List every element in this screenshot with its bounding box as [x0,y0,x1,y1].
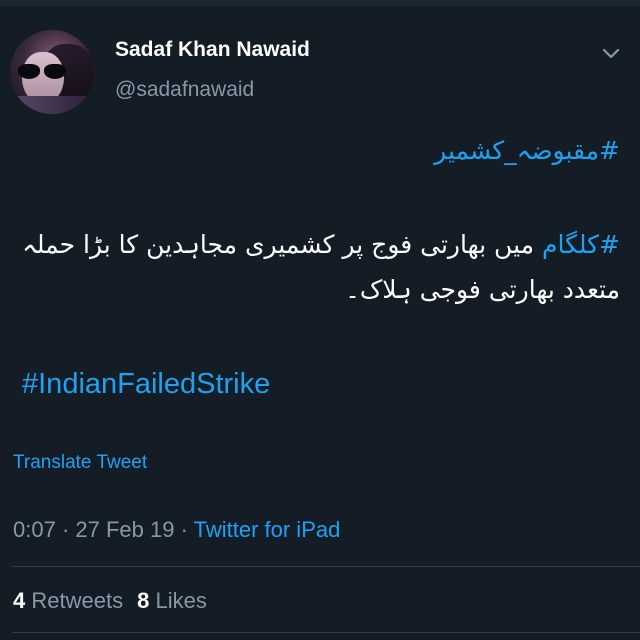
tweet-meta: 0:07 · 27 Feb 19 · Twitter for iPad [13,517,340,543]
avatar-shoulder [10,96,94,114]
hashtag-indian-failed-strike[interactable]: #IndianFailedStrike [22,368,270,401]
tweet-body-sentence: میں بھارتی فوج پر کشمیری مجاہدین کا بڑا … [22,230,620,304]
likes-label: Likes [155,588,207,613]
bottom-divider [12,632,640,633]
hashtag-kulgam[interactable]: #کلگام [542,230,620,259]
retweets-count: 4 [13,588,26,613]
tweet-body-text: #کلگام میں بھارتی فوج پر کشمیری مجاہدین … [20,222,620,312]
author-display-name[interactable]: Sadaf Khan Nawaid [115,38,310,62]
translate-tweet-link[interactable]: Translate Tweet [13,452,147,474]
chevron-down-icon[interactable] [600,42,622,64]
author-avatar[interactable] [10,30,94,114]
tweet-date: 27 Feb 19 [75,517,175,542]
likes-stat[interactable]: 8 Likes [137,588,207,613]
tweet-stats: 4 Retweets 8 Likes [13,588,207,614]
avatar-sunglasses [18,64,68,80]
stats-divider [12,566,640,567]
retweets-stat[interactable]: 4 Retweets [13,588,123,613]
meta-separator: · [55,517,76,542]
likes-count: 8 [137,588,150,613]
meta-separator: · [174,517,194,542]
tweet-source-link[interactable]: Twitter for iPad [194,517,341,542]
author-handle[interactable]: @sadafnawaid [115,78,254,102]
top-divider [0,0,640,6]
hashtag-kashmir[interactable]: #مقبوضہ_کشمیر [434,136,620,165]
retweets-label: Retweets [31,588,124,613]
tweet-time: 0:07 [13,517,56,542]
